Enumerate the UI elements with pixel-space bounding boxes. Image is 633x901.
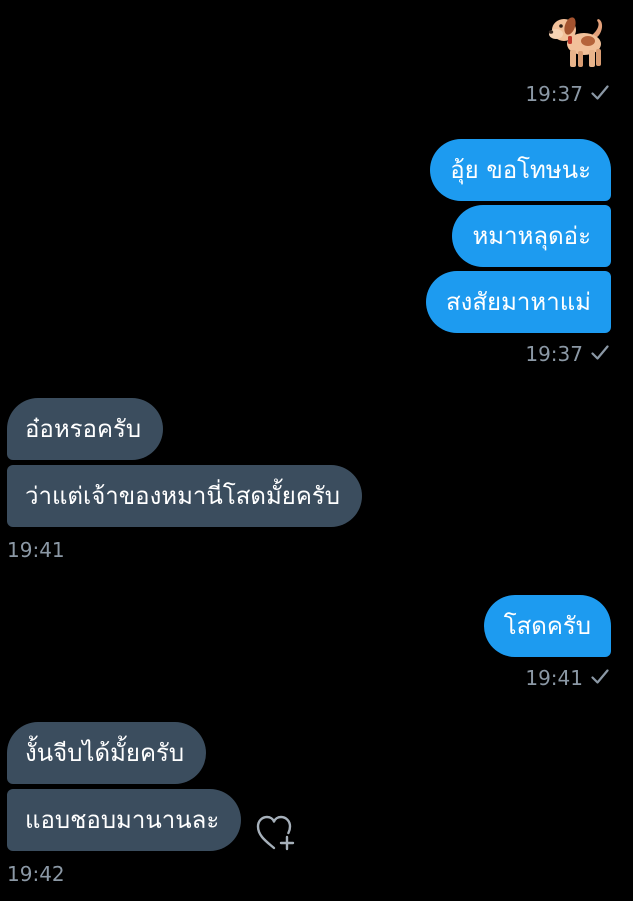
outgoing-message-bubble[interactable]: อุ้ย ขอโทษนะ: [430, 139, 611, 201]
incoming-message-bubble[interactable]: อ๋อหรอครับ: [7, 398, 164, 460]
dog-sticker-icon[interactable]: [546, 10, 610, 70]
message-timestamp: 19:42: [7, 862, 65, 886]
message-timestamp: 19:37: [525, 82, 609, 108]
incoming-message-bubble[interactable]: งั้นจีบได้มั้ยครับ: [7, 722, 207, 784]
read-check-icon: [591, 342, 609, 366]
message-timestamp: 19:37: [525, 342, 609, 368]
outgoing-message-bubble[interactable]: หมาหลุดอ่ะ: [452, 205, 611, 267]
message-timestamp: 19:41: [525, 666, 609, 692]
outgoing-message-bubble[interactable]: โสดครับ: [483, 595, 611, 657]
outgoing-message-bubble[interactable]: สงสัยมาหาแม่: [426, 271, 611, 333]
incoming-message-bubble[interactable]: แอบชอบมานานละ: [7, 789, 242, 851]
message-timestamp: 19:41: [7, 538, 65, 562]
incoming-message-bubble[interactable]: ว่าแต่เจ้าของหมานี่โสดมั้ยครับ: [7, 465, 362, 527]
read-check-icon: [591, 666, 609, 690]
heart-plus-icon[interactable]: [255, 813, 299, 853]
read-check-icon: [591, 82, 609, 106]
